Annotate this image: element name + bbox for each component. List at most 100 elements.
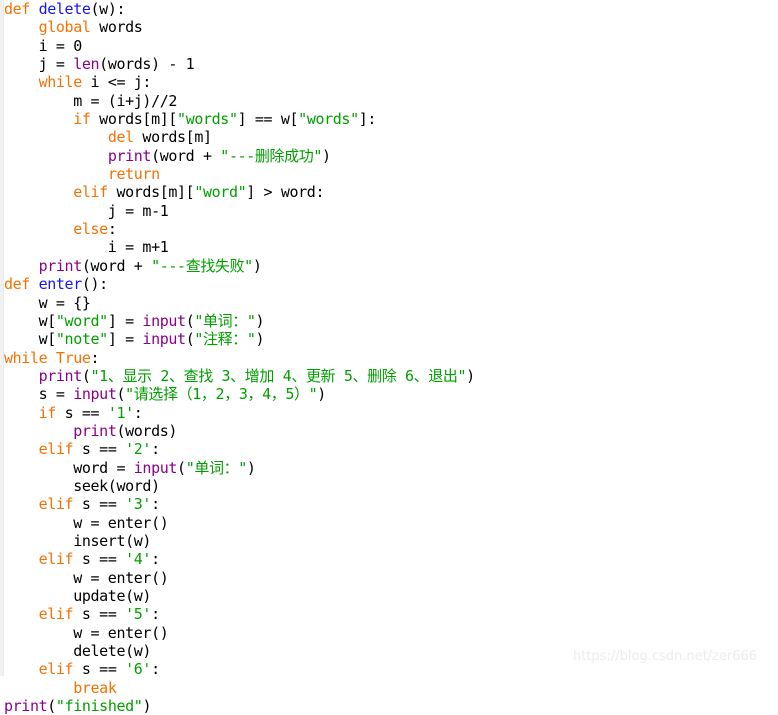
code-token-str: "words" (177, 110, 238, 129)
code-token-kw: elif (73, 183, 108, 202)
code-token-str: "单词：" (194, 311, 256, 330)
code-token-plain: ]: (358, 110, 377, 129)
code-listing[interactable]: def delete(w): global words i = 0 j = le… (4, 0, 475, 715)
code-token-str: '2' (125, 440, 152, 459)
code-line-11[interactable]: elif words[m]["word"] > word: (4, 183, 475, 201)
code-token-plain: : (151, 605, 160, 624)
code-line-15[interactable]: print(word + "---查找失败") (4, 257, 475, 275)
code-token-plain: ) (466, 366, 475, 385)
code-token-plain: ) (255, 311, 265, 330)
code-token-plain: : (133, 403, 143, 422)
code-line-27[interactable]: seek(word) (4, 477, 475, 495)
code-token-plain: w = enter() (4, 623, 169, 642)
code-line-14[interactable]: i = m+1 (4, 238, 475, 256)
code-token-plain: word = (4, 458, 134, 477)
code-line-19[interactable]: w["note"] = input("注释：") (4, 330, 475, 348)
code-token-builtin: input (133, 458, 178, 477)
code-line-21[interactable]: print("1、显示 2、查找 3、增加 4、更新 5、删除 6、退出") (4, 366, 476, 385)
code-line-9[interactable]: print(word + "---删除成功") (4, 147, 475, 165)
code-line-2[interactable]: global words (4, 18, 475, 36)
code-line-29[interactable]: w = enter() (4, 514, 475, 532)
code-line-26[interactable]: word = input("单词：") (4, 459, 475, 477)
code-line-10[interactable]: return (4, 165, 475, 183)
code-token-kw: True (55, 348, 91, 367)
code-token-kw: while (38, 73, 83, 92)
code-token-kw: del (107, 128, 134, 147)
code-token-plain: : (151, 495, 160, 514)
code-line-20[interactable]: while True: (4, 349, 475, 367)
code-token-plain: w[ (4, 311, 57, 330)
code-token-fname: delete (38, 0, 91, 18)
code-line-18[interactable]: w["word"] = input("单词：") (4, 312, 475, 330)
code-line-35[interactable]: w = enter() (4, 624, 475, 642)
code-line-4[interactable]: j = len(words) - 1 (4, 55, 475, 73)
code-token-kw: global (38, 18, 91, 37)
code-token-str: '5' (125, 605, 152, 624)
code-token-plain: ( (47, 697, 56, 715)
code-line-12[interactable]: j = m-1 (4, 202, 475, 220)
code-token-plain: w = {} (4, 293, 91, 312)
code-token-plain: : (151, 440, 160, 459)
code-token-plain: ) (322, 146, 331, 165)
code-token-plain: ] > word: (246, 183, 325, 202)
code-line-1[interactable]: def delete(w): (4, 0, 475, 18)
code-line-7[interactable]: if words[m]["words"] == w["words"]: (4, 110, 475, 128)
code-token-str: '1' (107, 403, 134, 422)
code-token-plain: ] = (107, 330, 143, 349)
code-line-34[interactable]: elif s == '5': (4, 605, 475, 623)
code-token-str: "注释：" (194, 330, 256, 349)
code-line-38[interactable]: break (4, 679, 475, 697)
code-token-str: "请选择（1，2，3，4，5）" (125, 385, 318, 404)
code-line-36[interactable]: delete(w) (4, 642, 475, 660)
code-line-13[interactable]: else: (4, 220, 475, 238)
code-line-39[interactable]: print("finished") (4, 697, 475, 715)
code-line-32[interactable]: w = enter() (4, 569, 475, 587)
code-token-builtin: input (73, 385, 117, 404)
code-line-17[interactable]: w = {} (4, 294, 475, 312)
code-line-22[interactable]: s = input("请选择（1，2，3，4，5）") (4, 385, 475, 403)
code-line-33[interactable]: update(w) (4, 587, 475, 605)
code-token-builtin: input (142, 330, 186, 349)
code-token-plain: i = 0 (4, 36, 83, 55)
code-token-str: "1、显示 2、查找 3、增加 4、更新 5、删除 6、退出" (90, 366, 467, 385)
code-line-24[interactable]: print(words) (4, 422, 475, 440)
code-line-6[interactable]: m = (i+j)//2 (4, 92, 475, 110)
code-token-plain: w[ (4, 330, 57, 349)
code-line-31[interactable]: elif s == '4': (4, 550, 475, 568)
code-line-30[interactable]: insert(w) (4, 532, 475, 550)
code-token-kw: else (73, 220, 108, 239)
code-token-plain: insert(w) (4, 531, 152, 550)
code-token-plain: s == (55, 403, 108, 422)
code-token-str: "finished" (55, 697, 143, 715)
code-token-plain: (w): (90, 0, 126, 18)
code-line-25[interactable]: elif s == '2': (4, 440, 475, 458)
code-line-8[interactable]: del words[m] (4, 128, 475, 146)
code-token-plain: ( (116, 385, 126, 404)
code-token-plain: ) (142, 697, 152, 715)
code-token-str: '4' (125, 550, 152, 569)
code-token-plain: ) (252, 256, 262, 275)
code-token-plain: words (90, 18, 143, 37)
code-token-plain: s = (4, 385, 74, 404)
code-token-builtin: print (107, 146, 152, 165)
code-line-3[interactable]: i = 0 (4, 37, 475, 55)
code-token-plain: m = (i+j)//2 (4, 91, 178, 110)
code-line-23[interactable]: if s == '1': (4, 404, 475, 422)
code-line-5[interactable]: while i <= j: (4, 73, 475, 91)
code-token-plain: s == (73, 550, 126, 569)
code-token-fname: enter (38, 275, 83, 294)
code-line-16[interactable]: def enter(): (4, 275, 475, 293)
code-token-plain: ] == w[ (237, 110, 299, 129)
code-token-plain: i <= j: (81, 73, 152, 92)
code-line-28[interactable]: elif s == '3': (4, 495, 475, 513)
code-token-plain: (words) - 1 (99, 55, 195, 74)
